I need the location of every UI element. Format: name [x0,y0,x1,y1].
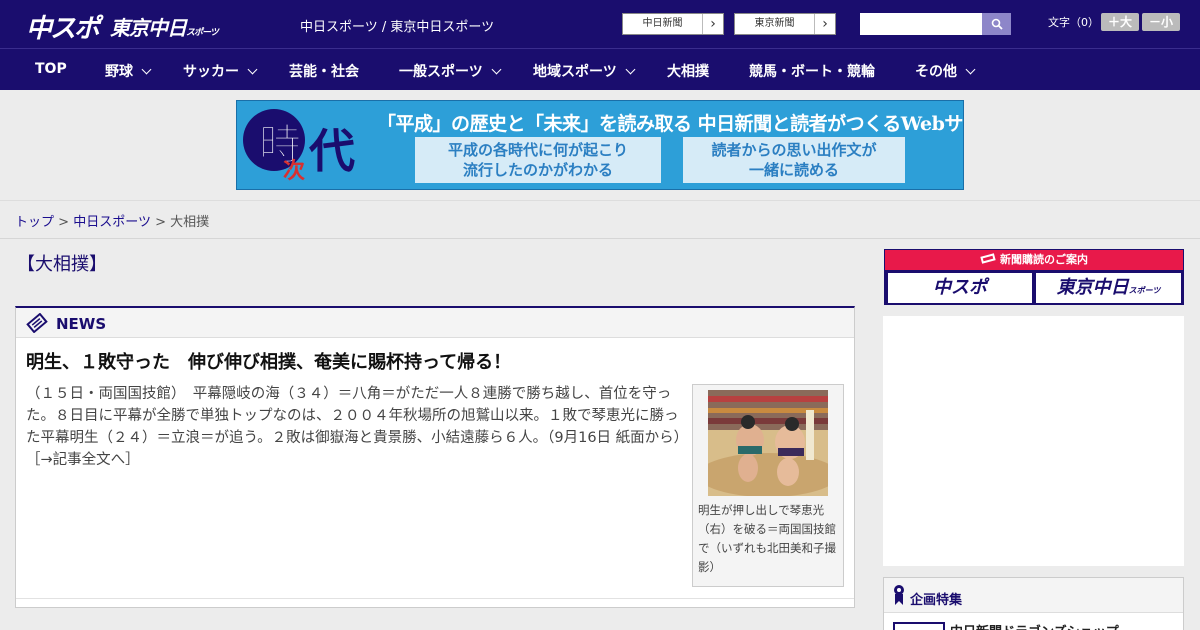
search-input[interactable] [860,13,982,35]
news-panel-header: NEWS [16,308,854,338]
news-panel: NEWS 明生、１敗守った 伸び伸び相撲、奄美に賜杯持って帰る！ （１５日・両国… [15,306,855,608]
breadcrumb-bar: トップ > 中日スポーツ > 大相撲 [0,200,1200,239]
read-more-link[interactable]: ［→記事全文へ］ [26,452,140,468]
nav-item-regional-sports[interactable]: 地域スポーツ [533,61,636,81]
chunichi-shimbun-link[interactable]: 中日新聞 › [622,13,724,35]
nav-item-general-sports[interactable]: 一般スポーツ [399,61,502,81]
nav-item-label: 競馬・ボート・競輪 [749,64,875,80]
chevron-down-icon [247,64,258,75]
banner-logo: 時 次 代 [243,105,373,187]
feature-box: 企画特集 中日新聞ドラゴンズショップ [883,577,1184,630]
ticket-icon [980,253,996,264]
chevron-down-icon [965,64,976,75]
font-size-label: 文字（0） [1048,16,1099,29]
subscribe-chuspo-button[interactable]: 中スポ [888,273,1032,303]
nav-item-label: 一般スポーツ [399,64,483,80]
banner-box-line: 読者からの思い出作文が [711,141,877,159]
subscription-header: 新聞購読のご案内 [885,250,1183,270]
nav-item-sumo[interactable]: 大相撲 [667,61,709,81]
site-logo-chuspo[interactable]: 中スポ [26,8,100,45]
nav-item-label: 地域スポーツ [533,64,617,80]
chevron-right-icon: › [822,16,828,32]
nav-item-other[interactable]: その他 [915,61,976,81]
search-icon [991,18,1003,30]
nav-item-racing[interactable]: 競馬・ボート・競輪 [749,61,875,81]
newspaper-icon [26,312,48,337]
banner-box-line: 平成の各時代に何が起こり [447,141,628,159]
feature-item-dragons-shop[interactable]: 中日新聞ドラゴンズショップ [950,621,1119,630]
chevron-down-icon [491,64,502,75]
article-photo-box: 明生が押し出しで琴恵光（右）を破る＝両国国技館で（いずれも北田美和子撮影） [692,384,844,587]
photo-caption: 明生が押し出しで琴恵光（右）を破る＝両国国技館で（いずれも北田美和子撮影） [698,503,836,574]
banner-kanji-dai: 代 [309,124,355,178]
subscribe-tokyo-chunichi-label: 東京中日 [1056,277,1129,298]
chevron-down-icon [141,64,152,75]
breadcrumb: トップ > 中日スポーツ > 大相撲 [15,211,209,230]
tokyo-shimbun-link-label: 東京新聞 [735,14,815,34]
article-title[interactable]: 明生、１敗守った 伸び伸び相撲、奄美に賜杯持って帰る！ [26,348,511,374]
page-title: 【大相撲】 [17,254,107,275]
search-button[interactable] [982,13,1011,35]
banner-kanji-tsugi: 次 [283,158,306,184]
nav-item-label: その他 [915,64,957,80]
banner-headline: 「平成」の歴史と「未来」を読み取る 中日新聞と読者がつくるWebサイト [377,113,964,135]
site-logo-tokyo-chunichi[interactable]: 東京中日スポーツ [110,12,219,41]
breadcrumb-top[interactable]: トップ [15,215,54,230]
news-panel-divider [16,598,854,599]
nav-item-entertainment[interactable]: 芸能・社会 [289,61,359,81]
chevron-down-icon [625,64,636,75]
header-bar: 中スポ 東京中日スポーツ 中日スポーツ / 東京中日スポーツ 中日新聞 › 東京… [0,0,1200,48]
logo-tokyo-chunichi-text: 東京中日 [110,16,187,40]
main-nav: TOP 野球 サッカー 芸能・社会 一般スポーツ 地域スポーツ 大相撲 競馬・ボ… [0,48,1200,90]
feature-header: 企画特集 [884,578,1183,613]
breadcrumb-separator: > [58,215,70,230]
nav-item-label: サッカー [183,64,239,80]
banner-box-essays: 読者からの思い出作文が 一緒に読める [683,137,905,183]
font-larger-button[interactable]: ＋大 [1101,13,1139,31]
subscribe-tokyo-chunichi-small: スポーツ [1128,286,1161,295]
nav-item-label: 大相撲 [667,64,709,80]
chunichi-shimbun-link-label: 中日新聞 [623,14,703,34]
nav-item-top[interactable]: TOP [35,61,67,77]
nav-item-label: TOP [35,61,67,77]
chevron-right-icon: › [710,16,716,32]
dragons-shop-thumbnail[interactable] [893,622,945,630]
nav-item-label: 野球 [105,64,133,80]
sidebar-ad-slot[interactable] [883,316,1184,566]
feature-title: 企画特集 [910,593,963,608]
subscription-box: 新聞購読のご案内 中スポ 東京中日スポーツ [884,249,1184,305]
site-title: 中日スポーツ / 東京中日スポーツ [300,20,495,35]
breadcrumb-chunichi-sports[interactable]: 中日スポーツ [73,215,151,230]
article-body-text: （１５日・両国国技館） 平幕隠岐の海（３４）＝八角＝がただ一人８連勝で勝ち越し、… [26,386,681,446]
breadcrumb-separator: > [155,215,166,230]
nav-item-soccer[interactable]: サッカー [183,61,258,81]
heisei-banner-ad[interactable]: 時 次 代 「平成」の歴史と「未来」を読み取る 中日新聞と読者がつくるWebサイ… [236,100,964,190]
tokyo-shimbun-link[interactable]: 東京新聞 › [734,13,836,35]
ribbon-icon [893,584,905,610]
news-section-label: NEWS [56,315,107,333]
sumo-bout-photo[interactable] [708,390,828,496]
breadcrumb-current: 大相撲 [170,215,210,230]
logo-tokyo-chunichi-small: スポーツ [186,28,219,38]
nav-item-label: 芸能・社会 [289,64,359,80]
banner-box-line: 一緒に読める [748,161,839,179]
banner-box-history: 平成の各時代に何が起こり 流行したのかがわかる [415,137,661,183]
font-smaller-button[interactable]: －小 [1142,13,1180,31]
article-summary: （１５日・両国国技館） 平幕隠岐の海（３４）＝八角＝がただ一人８連勝で勝ち越し、… [26,383,686,471]
nav-item-baseball[interactable]: 野球 [105,61,152,81]
subscription-header-text: 新聞購読のご案内 [1000,253,1088,266]
banner-box-line: 流行したのかがわかる [462,161,613,179]
subscribe-tokyo-chunichi-button[interactable]: 東京中日スポーツ [1036,273,1181,303]
